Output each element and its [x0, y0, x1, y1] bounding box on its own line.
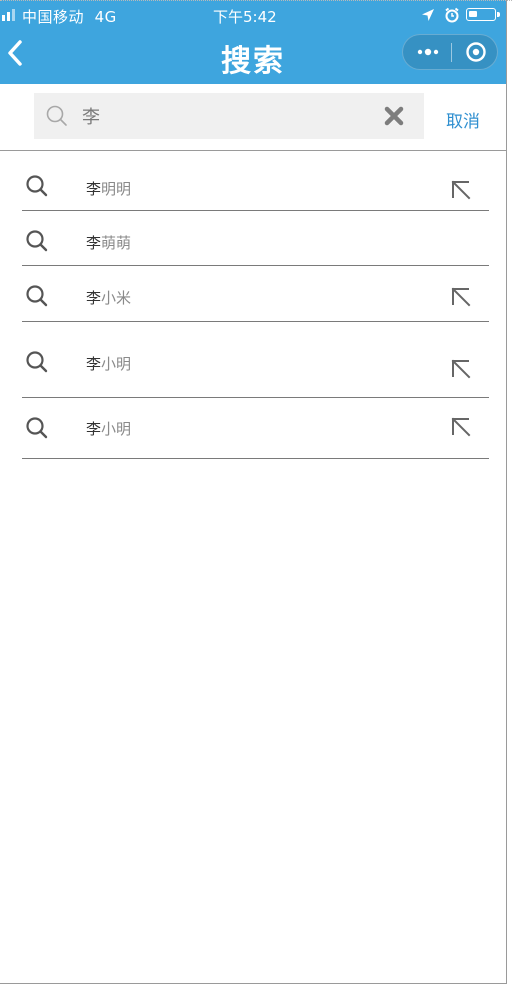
result-label: 李明明: [86, 178, 131, 199]
close-miniprogram-button[interactable]: [452, 35, 498, 69]
location-arrow-icon: [422, 9, 434, 21]
result-match: 李: [86, 234, 102, 252]
carrier-label: 中国移动 4G: [22, 8, 117, 26]
search-icon: [26, 351, 48, 373]
list-item[interactable]: 李萌萌: [22, 211, 489, 266]
result-label: 李小明: [86, 353, 131, 374]
result-match: 李: [86, 289, 102, 307]
list-item[interactable]: 李小明: [22, 398, 489, 459]
search-results-list: 李明明 李萌萌 李小米 李小明 李小明: [22, 150, 489, 459]
alarm-clock-icon: [445, 7, 459, 23]
capsule-menu: [402, 34, 498, 70]
result-rest: 小米: [101, 289, 132, 307]
search-icon: [26, 417, 48, 439]
result-rest: 小明: [101, 355, 132, 373]
result-rest: 萌萌: [101, 234, 132, 252]
arrow-up-left-icon[interactable]: [449, 416, 471, 438]
search-icon: [46, 105, 67, 126]
result-label: 李萌萌: [86, 232, 131, 253]
list-item[interactable]: 李小明: [22, 322, 489, 398]
arrow-up-left-icon[interactable]: [449, 179, 471, 201]
status-time: 下午5:42: [213, 8, 277, 26]
search-box: [34, 93, 424, 139]
clear-search-button[interactable]: [382, 104, 406, 128]
list-item[interactable]: 李小米: [22, 266, 489, 322]
search-icon: [26, 175, 48, 197]
battery-level: [469, 11, 477, 17]
more-button[interactable]: [403, 35, 451, 69]
search-icon: [26, 285, 48, 307]
signal-icon: [2, 9, 15, 21]
result-match: 李: [86, 420, 102, 438]
top-border: [0, 0, 512, 2]
status-bar: 中国移动 4G 下午5:42: [0, 0, 506, 30]
search-bar: 取消: [0, 84, 506, 151]
cancel-button[interactable]: 取消: [446, 107, 480, 132]
result-rest: 明明: [101, 180, 132, 198]
search-input[interactable]: [82, 93, 362, 139]
battery-icon: [466, 8, 500, 21]
network-label: 4G: [94, 8, 117, 26]
result-label: 李小明: [86, 418, 131, 439]
arrow-up-left-icon[interactable]: [449, 286, 471, 308]
result-match: 李: [86, 180, 102, 198]
app-window: 中国移动 4G 下午5:42 搜索 李 取消 李明明 李萌萌 李小米 李小明 李…: [0, 0, 507, 984]
result-label: 李小米: [86, 287, 131, 308]
result-match: 李: [86, 355, 102, 373]
list-item[interactable]: 李明明: [22, 150, 489, 211]
nav-header: 中国移动 4G 下午5:42 搜索: [0, 0, 506, 84]
result-rest: 小明: [101, 420, 132, 438]
arrow-up-left-icon[interactable]: [449, 358, 471, 380]
search-icon: [26, 230, 48, 252]
